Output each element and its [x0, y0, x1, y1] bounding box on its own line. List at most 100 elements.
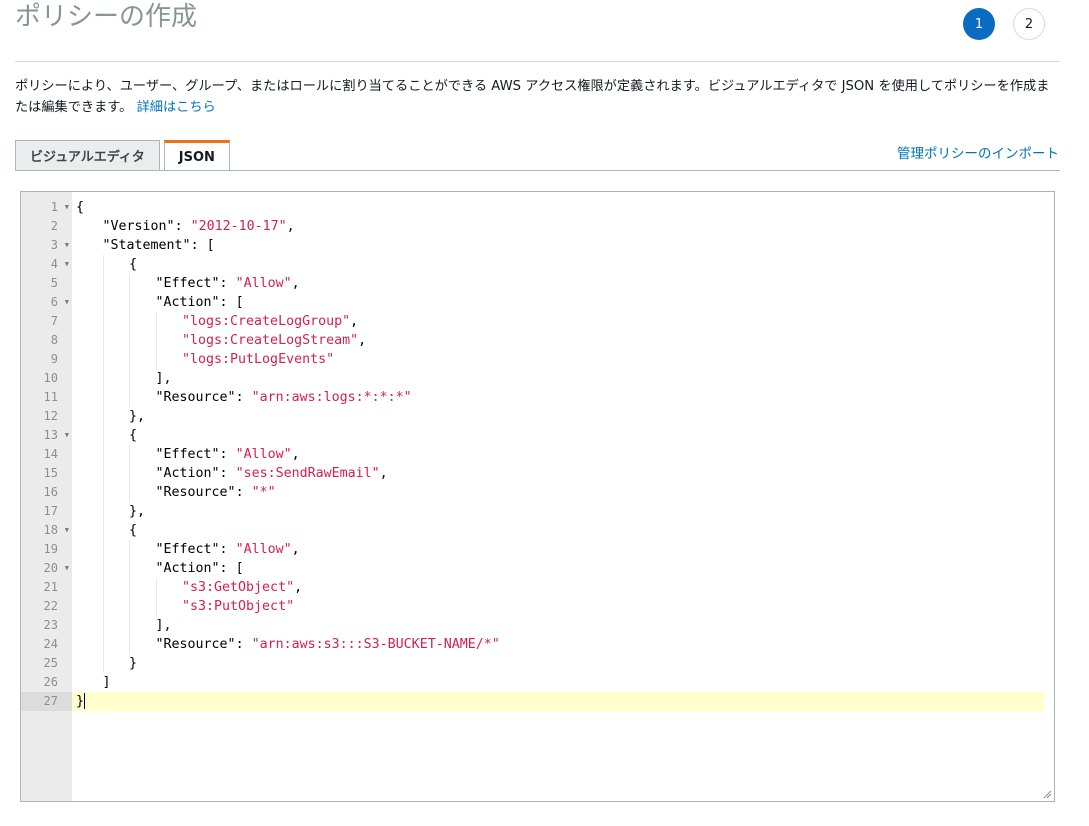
indent-guide — [102, 312, 104, 331]
json-editor[interactable]: 1 ▼{2 "Version": "2012-10-17", 3 ▼ "Statement… — [20, 191, 1055, 802]
code-punct: , — [291, 276, 300, 291]
line-number: 1 ▼ — [21, 198, 72, 217]
code-line[interactable]: 6 ▼ "Action": [ — [21, 293, 1044, 312]
code-punct: }, — [129, 409, 146, 424]
indent-guide — [102, 369, 104, 388]
code-punct: [ — [235, 295, 244, 310]
code-line[interactable]: 10], — [21, 369, 1044, 388]
indent-guide — [102, 483, 104, 502]
code-line[interactable]: 19 "Effect": "Allow", — [21, 540, 1044, 559]
indent-guide — [102, 255, 104, 274]
code-line[interactable]: 11 "Resource": "arn:aws:logs:*:*:*" — [21, 388, 1044, 407]
code-line[interactable]: 2 "Version": "2012-10-17", — [21, 217, 1044, 236]
code-line[interactable]: 18 ▼ { — [21, 521, 1044, 540]
indent-guide — [102, 540, 104, 559]
json-string: "s3:PutObject" — [182, 599, 295, 614]
code-line[interactable]: 24 "Resource": "arn:aws:s3:::S3-BUCKET-NA… — [21, 635, 1044, 654]
fold-toggle-icon[interactable]: ▼ — [65, 255, 69, 274]
code-punct: { — [129, 523, 138, 538]
indent-guide — [129, 464, 130, 483]
line-number: 18 ▼ — [21, 521, 72, 540]
code-lines: 1 ▼{2 "Version": "2012-10-17", 3 ▼ "Statement… — [21, 198, 1044, 711]
code-text: }, — [72, 407, 1044, 426]
code-line[interactable]: 26] — [21, 673, 1044, 692]
code-text: "Effect": "Allow", — [72, 445, 1044, 464]
code-text: "s3:GetObject", — [72, 578, 1044, 597]
json-key: "Effect" — [155, 447, 220, 462]
code-punct: } — [129, 656, 138, 671]
step-1[interactable]: 1 — [963, 8, 995, 40]
json-key: "Resource" — [155, 390, 236, 405]
resize-handle-icon[interactable] — [1042, 789, 1052, 799]
code-line[interactable]: 23], — [21, 616, 1044, 635]
step-2[interactable]: 2 — [1013, 8, 1045, 40]
code-line[interactable]: 21 "s3:GetObject", — [21, 578, 1044, 597]
page-title: ポリシーの作成 — [15, 2, 198, 32]
code-line[interactable]: 5 "Effect": "Allow", — [21, 274, 1044, 293]
indent-guide — [129, 597, 130, 616]
code-line[interactable]: 12}, — [21, 407, 1044, 426]
code-punct: { — [76, 200, 85, 215]
code-text: "Action": "ses:SendRawEmail", — [72, 464, 1044, 483]
fold-toggle-icon[interactable]: ▼ — [65, 236, 69, 255]
code-line[interactable]: 20 ▼ "Action": [ — [21, 559, 1044, 578]
code-punct: , — [358, 333, 367, 348]
code-line[interactable]: 3 ▼ "Statement": [ — [21, 236, 1044, 255]
indent-guide — [129, 369, 130, 388]
code-line[interactable]: 22 "s3:PutObject" — [21, 597, 1044, 616]
code-punct: } — [76, 694, 85, 709]
json-string: "*" — [251, 485, 276, 500]
code-line[interactable]: 15 "Action": "ses:SendRawEmail", — [21, 464, 1044, 483]
code-line[interactable]: 25} — [21, 654, 1044, 673]
code-punct: , — [291, 542, 300, 557]
indent-guide — [129, 293, 130, 312]
indent-guide — [102, 388, 104, 407]
code-punct: , — [291, 447, 300, 462]
code-line[interactable]: 9 "logs:PutLogEvents" — [21, 350, 1044, 369]
indent-guide — [129, 350, 130, 369]
json-key: "Resource" — [155, 637, 236, 652]
indent-guide — [155, 312, 157, 331]
indent-guide — [102, 502, 104, 521]
code-line[interactable]: 13 ▼ { — [21, 426, 1044, 445]
code-punct: , — [294, 580, 303, 595]
indent-guide — [129, 483, 130, 502]
indent-guide — [102, 350, 104, 369]
import-managed-policy-link[interactable]: 管理ポリシーのインポート — [897, 142, 1059, 162]
code-text: ] — [72, 673, 1044, 692]
code-line[interactable]: 27} — [21, 692, 1044, 711]
tab-visual-editor[interactable]: ビジュアルエディタ — [15, 140, 160, 170]
indent-guide — [129, 331, 130, 350]
code-line[interactable]: 1 ▼ { — [21, 198, 1044, 217]
tab-json[interactable]: JSON — [163, 140, 230, 171]
code-text: "Effect": "Allow", — [72, 540, 1044, 559]
indent-guide — [102, 274, 104, 293]
code-line[interactable]: 8 "logs:CreateLogStream", — [21, 331, 1044, 350]
learn-more-link[interactable]: 詳細はこちら — [137, 100, 216, 115]
code-punct: : — [219, 542, 236, 557]
code-text: { — [72, 426, 1044, 445]
line-number: 21 — [43, 580, 58, 594]
fold-toggle-icon[interactable]: ▼ — [65, 426, 69, 445]
line-number: 22 — [43, 599, 58, 613]
code-line[interactable]: 16 "Resource": "*" — [21, 483, 1044, 502]
line-number: 6 ▼ — [21, 293, 72, 312]
code-text: "Resource": "arn:aws:logs:*:*:*" — [72, 388, 1044, 407]
code-punct: { — [129, 257, 138, 272]
code-line[interactable]: 14 "Effect": "Allow", — [21, 445, 1044, 464]
indent-guide — [129, 445, 130, 464]
line-number: 25 — [43, 656, 58, 670]
json-key: "Statement" — [102, 238, 191, 253]
code-punct: , — [286, 219, 295, 234]
fold-toggle-icon[interactable]: ▼ — [65, 293, 69, 312]
indent-guide — [129, 312, 130, 331]
fold-toggle-icon[interactable]: ▼ — [65, 198, 69, 217]
step-indicator: 1 2 — [963, 8, 1045, 40]
fold-toggle-icon[interactable]: ▼ — [65, 559, 69, 578]
fold-toggle-icon[interactable]: ▼ — [65, 521, 69, 540]
code-line[interactable]: 7 "logs:CreateLogGroup", — [21, 312, 1044, 331]
code-line[interactable]: 4 ▼ { — [21, 255, 1044, 274]
code-punct: ] — [102, 675, 111, 690]
json-string: "logs:CreateLogGroup" — [182, 314, 351, 329]
code-line[interactable]: 17}, — [21, 502, 1044, 521]
